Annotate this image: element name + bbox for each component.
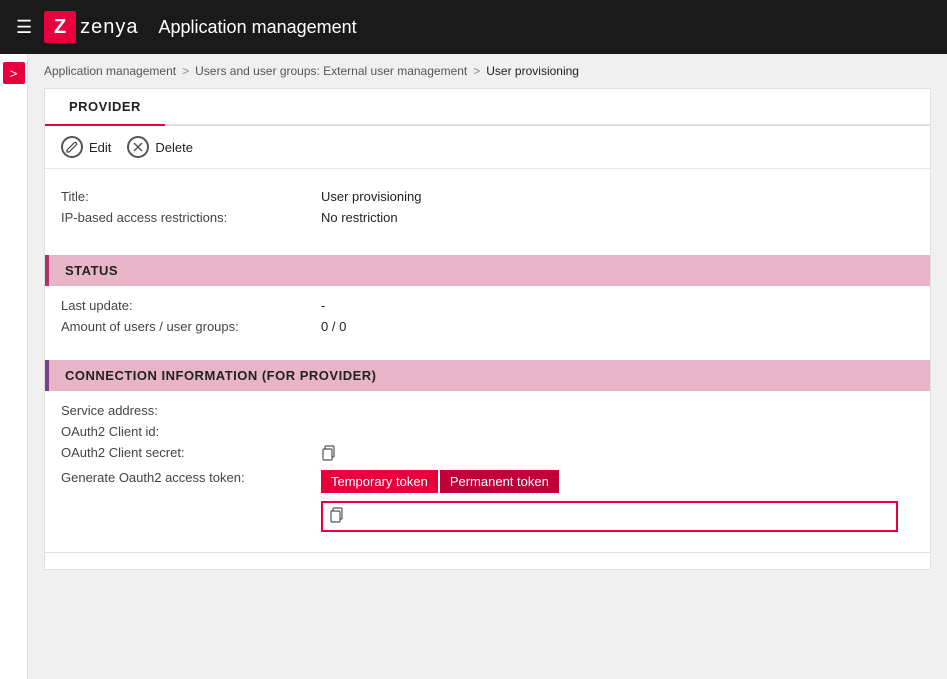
connection-fields: Service address: OAuth2 Client id: OAuth…	[45, 391, 930, 544]
token-input[interactable]	[351, 509, 890, 524]
delete-label: Delete	[155, 140, 193, 155]
permanent-token-button[interactable]: Permanent token	[440, 470, 559, 493]
delete-button[interactable]: Delete	[127, 136, 193, 158]
sidebar-strip: >	[0, 54, 28, 679]
title-label: Title:	[61, 189, 321, 204]
oauth2-client-id-label: OAuth2 Client id:	[61, 424, 321, 439]
last-update-row: Last update: -	[61, 298, 914, 313]
oauth2-client-secret-value	[321, 445, 337, 464]
navbar: ☰ Z zenya Application management	[0, 0, 947, 54]
token-input-container	[321, 501, 898, 532]
delete-icon	[127, 136, 149, 158]
title-field-row: Title: User provisioning	[61, 189, 914, 204]
ip-field-row: IP-based access restrictions: No restric…	[61, 210, 914, 225]
breadcrumb-external-user-mgmt[interactable]: Users and user groups: External user man…	[195, 64, 467, 78]
amount-value: 0 / 0	[321, 319, 346, 334]
copy-secret-icon[interactable]	[321, 445, 337, 461]
logo: Z zenya	[44, 11, 138, 43]
breadcrumb: Application management > Users and user …	[28, 54, 947, 88]
edit-button[interactable]: Edit	[61, 136, 111, 158]
tab-bar: PROVIDER	[45, 89, 930, 126]
oauth2-client-secret-row: OAuth2 Client secret:	[61, 445, 914, 464]
logo-name: zenya	[80, 16, 138, 39]
breadcrumb-sep-1: >	[182, 64, 189, 78]
app-title: Application management	[159, 17, 357, 38]
toolbar: Edit Delete	[45, 126, 930, 169]
main-content: Application management > Users and user …	[28, 54, 947, 679]
generate-token-row: Generate Oauth2 access token: Temporary …	[61, 470, 914, 493]
service-address-row: Service address:	[61, 403, 914, 418]
hamburger-icon[interactable]: ☰	[16, 17, 32, 38]
oauth2-client-secret-label: OAuth2 Client secret:	[61, 445, 321, 460]
edit-pencil-icon	[66, 141, 78, 153]
breadcrumb-current: User provisioning	[486, 64, 579, 78]
bottom-spacer	[45, 553, 930, 569]
service-address-label: Service address:	[61, 403, 321, 418]
tab-provider[interactable]: PROVIDER	[45, 89, 165, 126]
oauth2-client-id-row: OAuth2 Client id:	[61, 424, 914, 439]
title-value: User provisioning	[321, 189, 421, 204]
edit-icon	[61, 136, 83, 158]
logo-z-icon: Z	[44, 11, 76, 43]
sidebar-expand-button[interactable]: >	[3, 62, 25, 84]
ip-value: No restriction	[321, 210, 398, 225]
generate-token-label: Generate Oauth2 access token:	[61, 470, 321, 485]
delete-x-icon	[132, 141, 144, 153]
token-copy-icon[interactable]	[329, 507, 345, 526]
amount-label: Amount of users / user groups:	[61, 319, 321, 334]
amount-row: Amount of users / user groups: 0 / 0	[61, 319, 914, 334]
token-buttons: Temporary tokenPermanent token	[321, 470, 561, 493]
edit-label: Edit	[89, 140, 111, 155]
copy-token-icon	[329, 507, 345, 523]
content-card: PROVIDER Edit	[44, 88, 931, 570]
layout: > Application management > Users and use…	[0, 54, 947, 679]
temporary-token-button[interactable]: Temporary token	[321, 470, 438, 493]
last-update-label: Last update:	[61, 298, 321, 313]
ip-label: IP-based access restrictions:	[61, 210, 321, 225]
status-section-header: STATUS	[45, 255, 930, 286]
breadcrumb-app-management[interactable]: Application management	[44, 64, 176, 78]
last-update-value: -	[321, 298, 325, 313]
status-fields: Last update: - Amount of users / user gr…	[45, 286, 930, 352]
breadcrumb-sep-2: >	[473, 64, 480, 78]
info-fields: Title: User provisioning IP-based access…	[45, 169, 930, 247]
connection-section-header: CONNECTION INFORMATION (FOR PROVIDER)	[45, 360, 930, 391]
